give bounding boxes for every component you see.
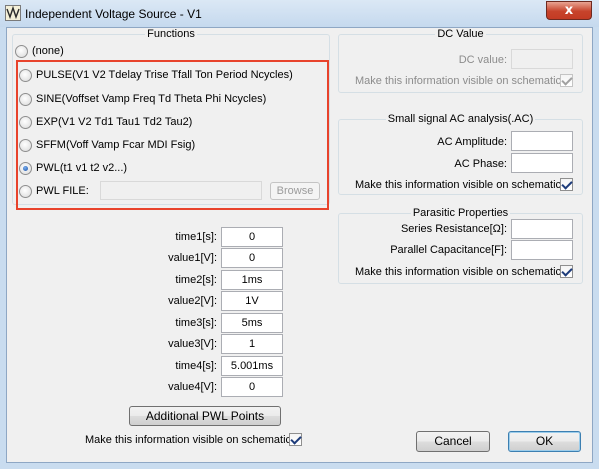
parallel-capacitance-input[interactable] [511, 240, 573, 260]
dc-value-input[interactable] [511, 49, 573, 69]
pwl-label-value3: value3[V]: [168, 338, 217, 350]
dc-value-title: DC Value [435, 28, 486, 40]
series-resistance-label: Series Resistance[Ω]: [400, 223, 507, 235]
pwl-input-value2[interactable]: 1V [221, 291, 283, 311]
parallel-capacitance-label: Parallel Capacitance[F]: [390, 244, 507, 256]
radio-pwl-file[interactable] [19, 185, 32, 198]
pwl-label-value4: value4[V]: [168, 381, 217, 393]
radio-sine[interactable] [19, 93, 32, 106]
ac-amplitude-label: AC Amplitude: [437, 136, 507, 148]
series-resistance-input[interactable] [511, 219, 573, 239]
title-bar[interactable]: Independent Voltage Source - V1 x [0, 0, 599, 27]
ac-phase-label: AC Phase: [454, 158, 507, 170]
radio-sffm[interactable] [19, 139, 32, 152]
radio-pwl[interactable] [19, 162, 32, 175]
parasitic-visible-checkbox[interactable] [560, 265, 573, 278]
option-label-pulse: PULSE(V1 V2 Tdelay Trise Tfall Ton Perio… [36, 69, 293, 81]
pwl-label-value2: value2[V]: [168, 295, 217, 307]
pwl-label-value1: value1[V]: [168, 252, 217, 264]
ac-amplitude-input[interactable] [511, 131, 573, 151]
pwl-input-value1[interactable]: 0 [221, 248, 283, 268]
pwl-input-time3[interactable]: 5ms [221, 313, 283, 333]
close-icon: x [564, 3, 574, 18]
option-label-exp: EXP(V1 V2 Td1 Tau1 Td2 Tau2) [36, 116, 193, 128]
ltspice-app-icon [5, 5, 21, 21]
window-title: Independent Voltage Source - V1 [25, 7, 202, 21]
pwl-input-time4[interactable]: 5.001ms [221, 356, 283, 376]
radio-pulse[interactable] [19, 69, 32, 82]
dc-visible-checkbox[interactable] [560, 74, 573, 87]
option-label-sine: SINE(Voffset Vamp Freq Td Theta Phi Ncyc… [36, 93, 267, 105]
pwl-input-value4[interactable]: 0 [221, 377, 283, 397]
option-label-sffm: SFFM(Voff Vamp Fcar MDI Fsig) [36, 139, 196, 151]
pwl-label-time1: time1[s]: [175, 231, 217, 243]
parasitic-title: Parasitic Properties [410, 207, 511, 219]
visible-on-schematic-label: Make this information visible on schemat… [85, 434, 295, 446]
dc-visible-label: Make this information visible on schemat… [355, 75, 565, 87]
pwl-file-input[interactable] [100, 181, 262, 200]
option-label-pwl-file: PWL FILE: [36, 185, 89, 197]
additional-pwl-points-button[interactable]: Additional PWL Points [129, 406, 281, 426]
option-label-pwl: PWL(t1 v1 t2 v2...) [36, 162, 128, 174]
ok-button[interactable]: OK [508, 431, 581, 452]
pwl-label-time3: time3[s]: [175, 317, 217, 329]
ac-analysis-title: Small signal AC analysis(.AC) [385, 113, 536, 125]
pwl-label-time2: time2[s]: [175, 274, 217, 286]
radio-exp[interactable] [19, 116, 32, 129]
pwl-input-time1[interactable]: 0 [221, 227, 283, 247]
pwl-input-value3[interactable]: 1 [221, 334, 283, 354]
pwl-label-time4: time4[s]: [175, 360, 217, 372]
browse-button[interactable]: Browse [270, 182, 320, 200]
dialog-client-area: Functions (none) PULSE(V1 V2 Tdelay Tris… [6, 27, 593, 463]
dc-value-label: DC value: [458, 54, 507, 66]
close-button[interactable]: x [546, 1, 592, 20]
radio-none[interactable] [15, 45, 28, 58]
pwl-input-time2[interactable]: 1ms [221, 270, 283, 290]
parasitic-visible-label: Make this information visible on schemat… [355, 266, 565, 278]
ac-phase-input[interactable] [511, 153, 573, 173]
cancel-button[interactable]: Cancel [416, 431, 490, 452]
visible-on-schematic-checkbox[interactable] [289, 433, 302, 446]
option-label-none: (none) [32, 45, 64, 57]
functions-group-title: Functions [145, 28, 197, 40]
ac-visible-label: Make this information visible on schemat… [355, 179, 565, 191]
ac-visible-checkbox[interactable] [560, 178, 573, 191]
